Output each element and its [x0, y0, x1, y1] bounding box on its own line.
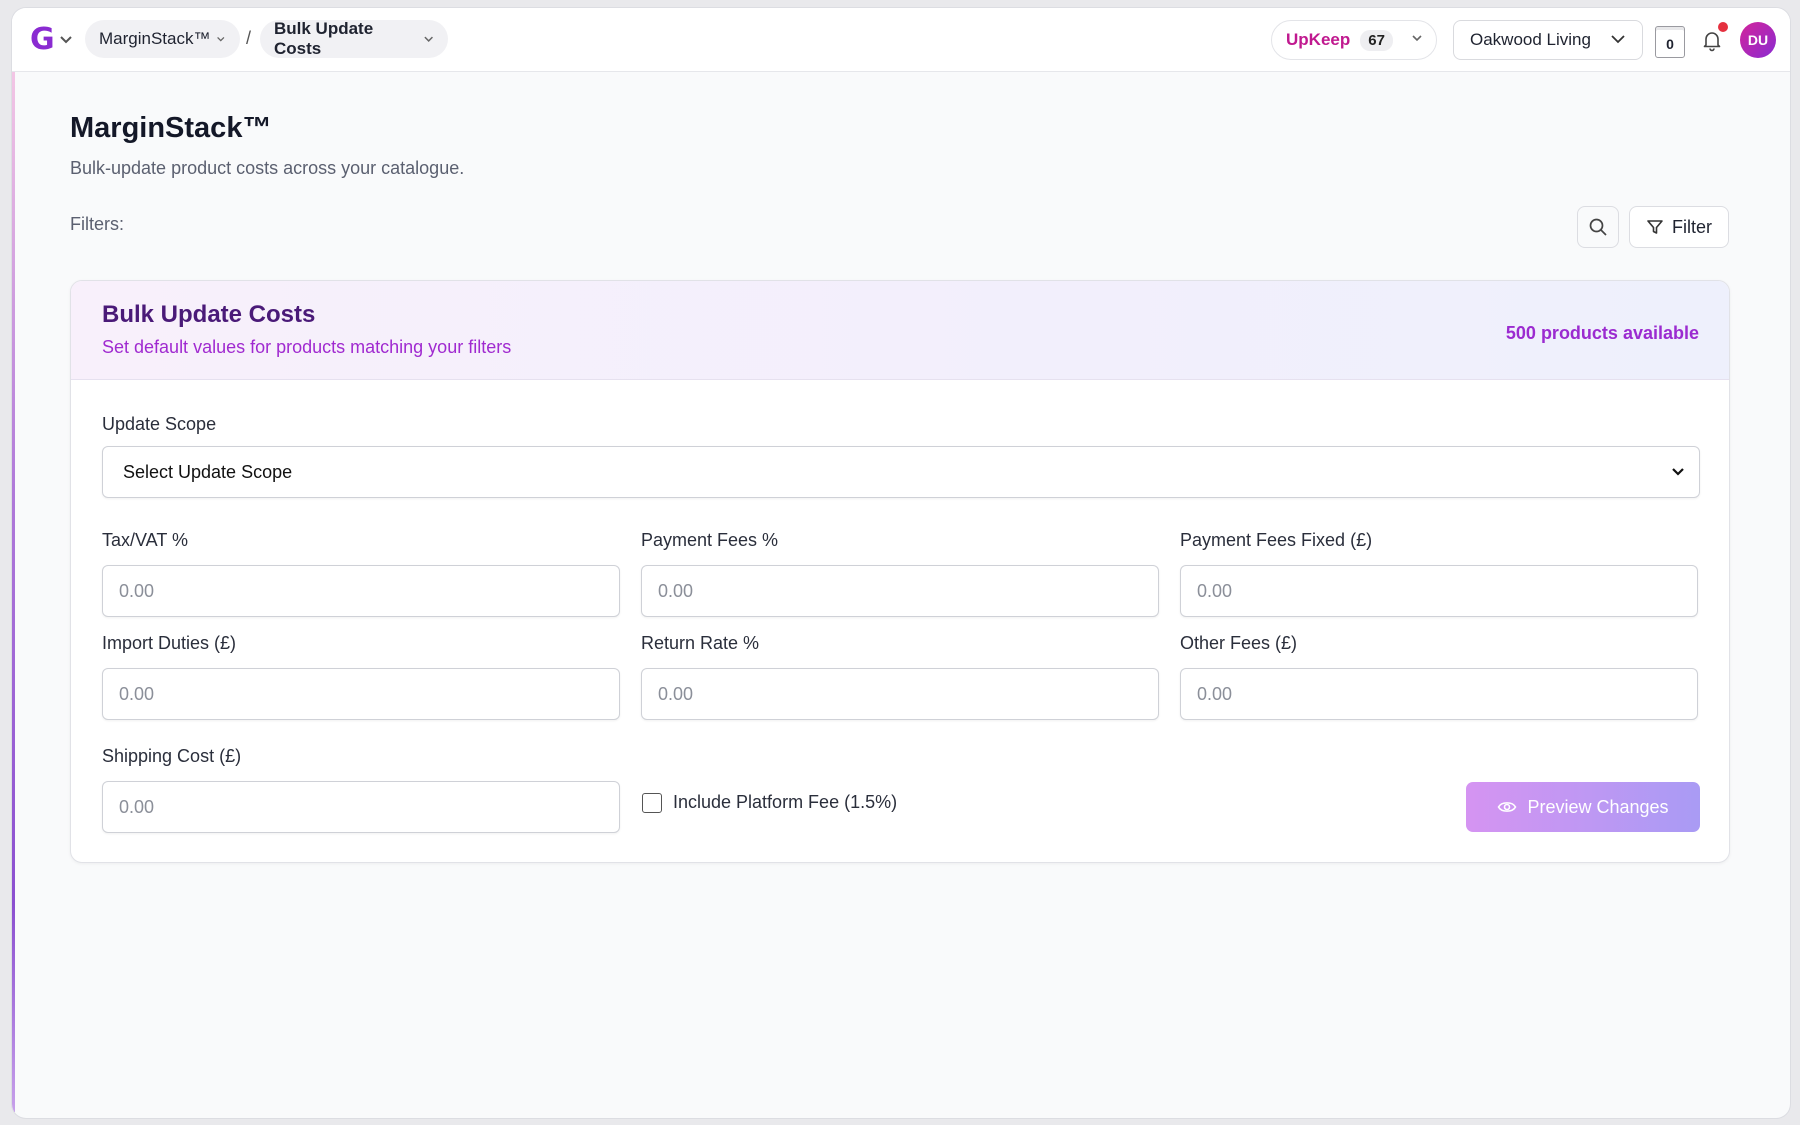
- chevron-down-icon: [1672, 468, 1684, 476]
- chevron-down-icon: [424, 36, 433, 42]
- filters-label: Filters:: [70, 214, 124, 234]
- platform-fee-label: Include Platform Fee (1.5%): [673, 792, 898, 812]
- return-rate-label: Return Rate %: [641, 633, 760, 653]
- update-scope-value: Select Update Scope: [123, 461, 293, 482]
- other-fees-input[interactable]: 0.00: [1180, 668, 1698, 720]
- filter-button-label: Filter: [1672, 216, 1712, 237]
- shipping-cost-label: Shipping Cost (£): [102, 746, 242, 766]
- page-subtitle: Bulk-update product costs across your ca…: [70, 158, 465, 178]
- card-header: Bulk Update Costs Set default values for…: [71, 281, 1729, 380]
- shipping-cost-input[interactable]: 0.00: [102, 781, 620, 833]
- upkeep-button[interactable]: UpKeep 67: [1271, 20, 1437, 60]
- return-rate-input[interactable]: 0.00: [641, 668, 1159, 720]
- payment-fees-fixed-input[interactable]: 0.00: [1180, 565, 1698, 617]
- platform-fee-checkbox[interactable]: [642, 793, 662, 813]
- breadcrumb-app-label: MarginStack™: [99, 29, 211, 48]
- breadcrumb-page[interactable]: Bulk Update Costs: [260, 19, 448, 58]
- search-button[interactable]: [1577, 206, 1619, 248]
- payment-fees-fixed-label: Payment Fees Fixed (£): [1180, 530, 1373, 550]
- chevron-down-icon: [217, 36, 225, 42]
- breadcrumb-page-label: Bulk Update Costs: [274, 19, 374, 58]
- payment-fees-pct-input[interactable]: 0.00: [641, 565, 1159, 617]
- avatar[interactable]: DU: [1740, 22, 1776, 58]
- import-duties-input[interactable]: 0.00: [102, 668, 620, 720]
- breadcrumb-app[interactable]: MarginStack™: [85, 20, 240, 58]
- preview-changes-button[interactable]: Preview Changes: [1466, 782, 1700, 832]
- card-subtitle: Set default values for products matching…: [102, 337, 512, 357]
- filter-icon: [1647, 220, 1663, 234]
- calendar-counter[interactable]: 0: [1655, 26, 1685, 58]
- bulk-update-card: Bulk Update Costs Set default values for…: [70, 280, 1730, 863]
- store-selector[interactable]: Oakwood Living: [1453, 20, 1643, 60]
- update-scope-select[interactable]: Select Update Scope: [102, 446, 1700, 498]
- store-name: Oakwood Living: [1470, 30, 1591, 49]
- logo-icon: G: [30, 22, 55, 57]
- chevron-down-icon: [59, 36, 72, 44]
- tax-vat-label: Tax/VAT %: [102, 530, 189, 550]
- products-count: 500 products available: [1505, 323, 1699, 343]
- other-fees-label: Other Fees (£): [1180, 633, 1298, 653]
- upkeep-label: UpKeep: [1286, 30, 1351, 49]
- eye-icon: [1498, 802, 1517, 812]
- preview-changes-label: Preview Changes: [1527, 796, 1669, 817]
- tax-vat-input[interactable]: 0.00: [102, 565, 620, 617]
- breadcrumb-separator: /: [246, 28, 252, 48]
- import-duties-label: Import Duties (£): [102, 633, 237, 653]
- app-window: G MarginStack™ / Bulk Update Costs UpKee…: [12, 8, 1790, 1118]
- app-switcher[interactable]: G: [30, 24, 73, 56]
- page-title: MarginStack™: [70, 112, 272, 144]
- card-title: Bulk Update Costs: [102, 301, 316, 328]
- filter-button[interactable]: Filter: [1629, 206, 1729, 248]
- upkeep-count-badge: 67: [1360, 29, 1393, 51]
- top-bar: G MarginStack™ / Bulk Update Costs UpKee…: [12, 8, 1790, 72]
- notification-dot: [1718, 22, 1728, 32]
- left-accent-bar: [12, 72, 15, 1112]
- chevron-down-icon: [1611, 35, 1625, 44]
- search-icon: [1589, 218, 1607, 236]
- chevron-down-icon: [1412, 35, 1422, 42]
- scope-label: Update Scope: [102, 414, 217, 434]
- payment-fees-pct-label: Payment Fees %: [641, 530, 779, 550]
